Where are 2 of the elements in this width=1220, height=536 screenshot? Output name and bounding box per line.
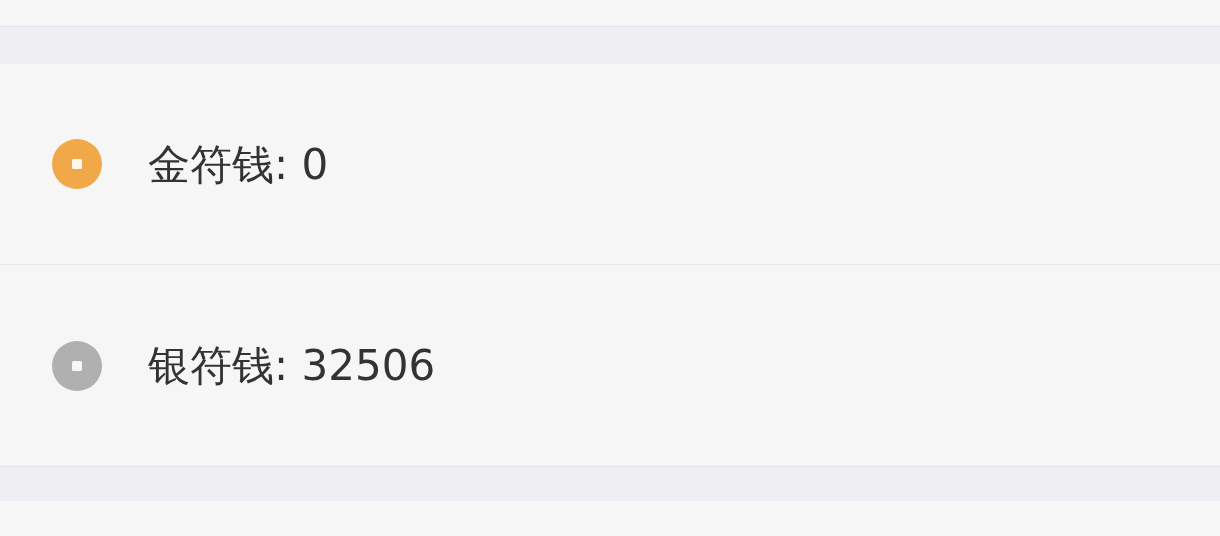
balance-label: 银符钱: 32506 — [148, 340, 436, 392]
balance-label: 金符钱: 0 — [148, 138, 329, 191]
